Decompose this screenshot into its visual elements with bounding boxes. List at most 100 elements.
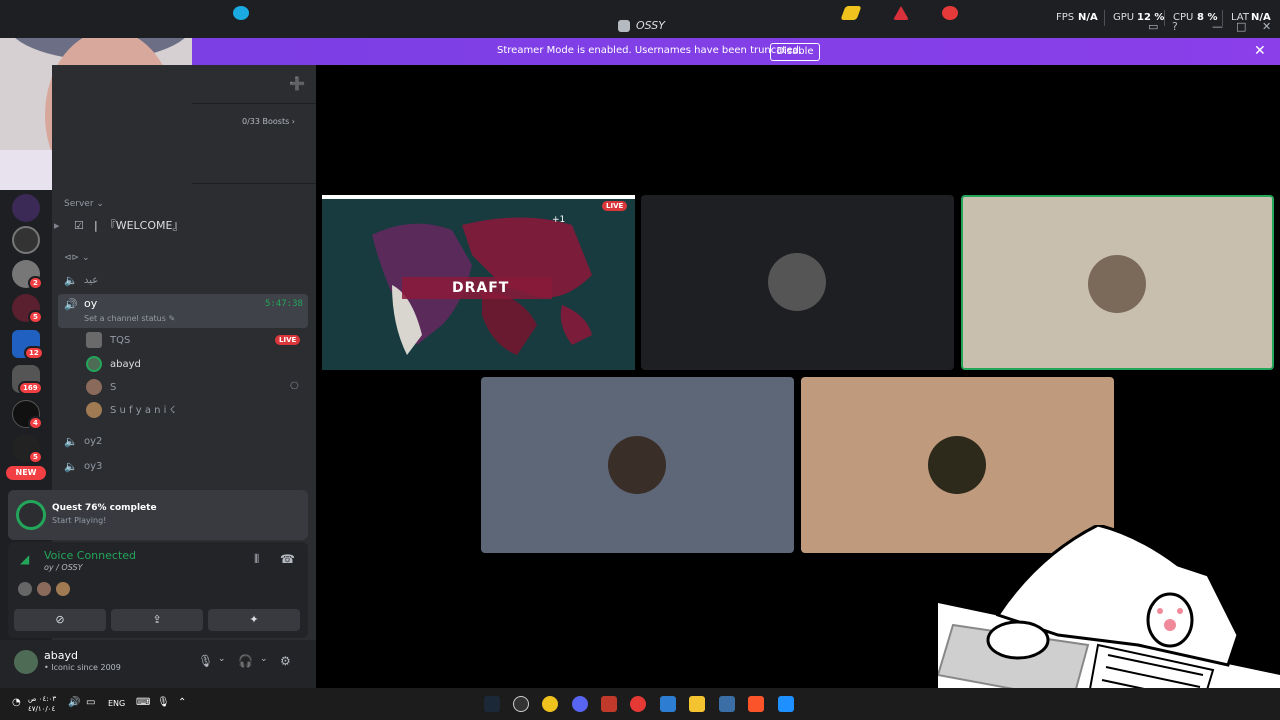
divider [192, 183, 316, 184]
app-icon[interactable] [513, 696, 529, 712]
streamer-mode-banner: Streamer Mode is enabled. Usernames have… [192, 38, 1280, 65]
mention-badge: 5 [28, 310, 43, 324]
voice-location[interactable]: oy / OSSY [44, 563, 82, 572]
playstation-icon: ⎔ [290, 381, 299, 392]
voice-user[interactable]: S [86, 378, 116, 396]
clock-icon[interactable]: ◔ [12, 697, 21, 708]
clock[interactable]: ٠٤:٠٣ ص ٤٧/١٠/٠٤ [28, 694, 56, 714]
disconnect-icon[interactable]: ☎ [280, 552, 295, 566]
speaker-icon: 🔈 [64, 459, 78, 473]
store-icon[interactable] [660, 696, 676, 712]
share-screen-button[interactable]: ⇪ [111, 609, 203, 631]
minimize-icon[interactable]: — [1212, 20, 1223, 33]
stream-overlay-text: DRAFT [452, 280, 510, 296]
discord-icon [618, 20, 630, 32]
server-icon[interactable] [12, 194, 40, 222]
avatar[interactable] [14, 650, 38, 674]
voice-user[interactable]: abayd [86, 355, 141, 373]
maximize-icon[interactable]: □ [1236, 20, 1246, 33]
avatar [56, 582, 70, 596]
close-window-icon[interactable]: ✕ [1262, 20, 1271, 33]
avatar [768, 253, 826, 311]
window-title: OSSY [636, 19, 665, 32]
invite-icon[interactable]: ➕ [289, 77, 305, 92]
voice-channel-oy2[interactable]: 🔈 oy2 [64, 430, 102, 452]
avatar [18, 582, 32, 596]
channel-label: oy [84, 297, 98, 310]
voice-channel-oy3[interactable]: 🔈 oy3 [64, 455, 102, 477]
username[interactable]: abayd [44, 649, 78, 662]
quest-title: Quest 76% complete [52, 503, 157, 513]
app-icon[interactable] [840, 6, 862, 20]
network-icon[interactable]: ▭ [86, 697, 95, 708]
category-server[interactable]: Server ⌄ [64, 199, 104, 209]
channel-label: oy3 [84, 460, 103, 472]
speaker-icon: 🔈 [64, 434, 78, 448]
fps-value: N/A [1078, 12, 1098, 23]
activities-button[interactable]: ✦ [208, 609, 300, 631]
mention-badge: 2 [28, 276, 43, 290]
volume-icon[interactable]: 🔊 [68, 697, 80, 708]
keyboard-icon[interactable]: ⌨ [136, 697, 150, 708]
brave-icon[interactable] [748, 696, 764, 712]
app-icon[interactable] [572, 696, 588, 712]
disable-streamer-mode-button[interactable]: Disable [770, 43, 820, 61]
participant-tile[interactable] [641, 195, 954, 370]
close-banner-icon[interactable]: ✕ [1254, 43, 1266, 59]
channel-welcome[interactable]: ▸ ☑ | 『WELCOME』 [54, 214, 183, 236]
voice-connected-panel: ◢ Voice Connected oy / OSSY ⦀ ☎ ⊘ ⇪ ✦ [8, 542, 308, 638]
avatar [86, 332, 102, 348]
inbox-icon[interactable]: ▭ [1148, 20, 1158, 33]
chevron-up-icon[interactable]: ⌃ [178, 697, 186, 708]
participant-tile[interactable] [481, 377, 794, 553]
file-explorer-icon[interactable] [689, 696, 705, 712]
mic-icon[interactable]: 🎙 [198, 654, 213, 668]
app-icon[interactable] [719, 696, 735, 712]
overlay-divider [1104, 10, 1105, 26]
chrome-icon[interactable] [630, 696, 646, 712]
discord-screen: OSSY FPS N/A GPU 12 % CPU 8 % LAT N/A ▭ … [0, 0, 1280, 720]
steam-icon[interactable] [484, 696, 500, 712]
avatar [1088, 255, 1146, 313]
quest-progress-ring [16, 500, 46, 530]
chevron-down-icon[interactable]: ⌄ [218, 654, 226, 664]
collapsed-category[interactable]: ⊲⊳ ⌄ [64, 253, 90, 263]
channel-label: | 『WELCOME』 [94, 219, 184, 232]
app-icon[interactable] [942, 6, 958, 20]
voice-channel-eid[interactable]: 🔈 عيد [64, 269, 98, 291]
user-panel: abayd • Iconic since 2009 🎙 ⌄ 🎧 ⌄ ⚙ [0, 640, 316, 688]
language-indicator[interactable]: ENG [108, 699, 125, 708]
start-icon[interactable] [778, 696, 794, 712]
voice-user-name: TQS [110, 334, 131, 346]
voice-app-icon[interactable] [601, 696, 617, 712]
channel-status[interactable]: Set a channel status ✎ [84, 314, 175, 323]
microphone-icon[interactable]: 🎙 [157, 697, 170, 708]
score-popup: +1 [552, 215, 566, 225]
divider [192, 103, 316, 104]
discord-taskbar-icon[interactable] [542, 696, 558, 712]
speaker-icon: 🔈 [64, 273, 78, 287]
fps-label: FPS [1056, 12, 1075, 23]
settings-icon[interactable]: ⚙ [280, 654, 291, 668]
quest-card[interactable]: Quest 76% complete Start Playing! [8, 490, 308, 540]
participant-tile-speaking[interactable] [961, 195, 1274, 370]
windows-taskbar: ◔ ٠٤:٠٣ ص ٤٧/١٠/٠٤ 🔊 ▭ ENG ⌨ 🎙 ⌃ [0, 688, 1280, 720]
app-icon[interactable] [233, 6, 249, 20]
boost-progress[interactable]: 0/33 Boosts › [242, 117, 295, 126]
avatar [608, 436, 666, 494]
app-icon[interactable] [893, 6, 909, 20]
help-icon[interactable]: ? [1172, 20, 1178, 33]
chevron-down-icon[interactable]: ⌄ [260, 654, 268, 664]
camera-button[interactable]: ⊘ [14, 609, 106, 631]
stream-tile[interactable]: LIVE DRAFT +1 [322, 195, 635, 370]
avatar [928, 436, 986, 494]
headphones-icon[interactable]: 🎧 [238, 654, 253, 668]
noise-suppression-icon[interactable]: ⦀ [254, 552, 259, 567]
channel-label: oy2 [84, 435, 103, 447]
voice-user[interactable]: S u f y a n i ☇ [86, 401, 175, 419]
voice-user-name: abayd [110, 358, 141, 370]
voice-user[interactable]: TQS [86, 331, 130, 349]
server-icon[interactable] [12, 226, 40, 254]
voice-status[interactable]: Voice Connected [44, 549, 136, 562]
signal-icon[interactable]: ◢ [20, 552, 29, 566]
